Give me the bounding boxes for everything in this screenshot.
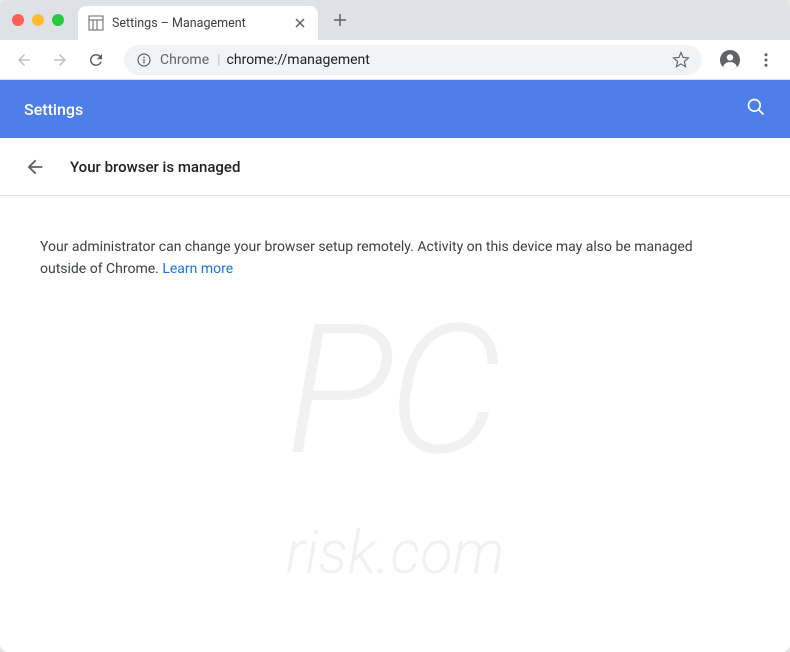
tab-favicon-icon — [88, 15, 104, 31]
omnibox-url: chrome://management — [227, 52, 370, 68]
page-heading: Your browser is managed — [70, 158, 240, 176]
back-button[interactable] — [8, 44, 40, 76]
new-tab-button[interactable] — [326, 6, 354, 34]
omnibox-divider: | — [217, 52, 220, 68]
window-maximize-button[interactable] — [52, 14, 64, 26]
window-minimize-button[interactable] — [32, 14, 44, 26]
profile-button[interactable] — [714, 44, 746, 76]
forward-button[interactable] — [44, 44, 76, 76]
address-bar[interactable]: Chrome | chrome://management — [124, 45, 702, 75]
settings-title: Settings — [24, 100, 83, 119]
toolbar: Chrome | chrome://management — [0, 40, 790, 80]
tab-title: Settings – Management — [112, 16, 284, 31]
settings-header: Settings — [0, 80, 790, 138]
description-text: Your administrator can change your brows… — [40, 239, 693, 277]
management-description: Your administrator can change your brows… — [40, 236, 740, 281]
omnibox-prefix: Chrome — [160, 52, 209, 68]
browser-window: Settings – Management Chrome | chrome://… — [0, 0, 790, 652]
menu-button[interactable] — [750, 44, 782, 76]
bookmark-star-icon[interactable] — [672, 51, 690, 69]
tab-close-button[interactable] — [292, 15, 308, 31]
titlebar: Settings – Management — [0, 0, 790, 40]
page-subheader: Your browser is managed — [0, 138, 790, 196]
window-close-button[interactable] — [12, 14, 24, 26]
watermark: PC risk.com — [286, 247, 505, 601]
back-arrow-button[interactable] — [24, 156, 46, 178]
content-area: Your browser is managed PC risk.com Your… — [0, 138, 790, 652]
main-content: PC risk.com Your administrator can chang… — [0, 196, 790, 652]
browser-tab[interactable]: Settings – Management — [78, 6, 318, 40]
search-settings-button[interactable] — [746, 97, 766, 121]
site-info-icon[interactable] — [136, 52, 152, 68]
traffic-lights — [12, 14, 64, 26]
reload-button[interactable] — [80, 44, 112, 76]
learn-more-link[interactable]: Learn more — [162, 261, 233, 277]
